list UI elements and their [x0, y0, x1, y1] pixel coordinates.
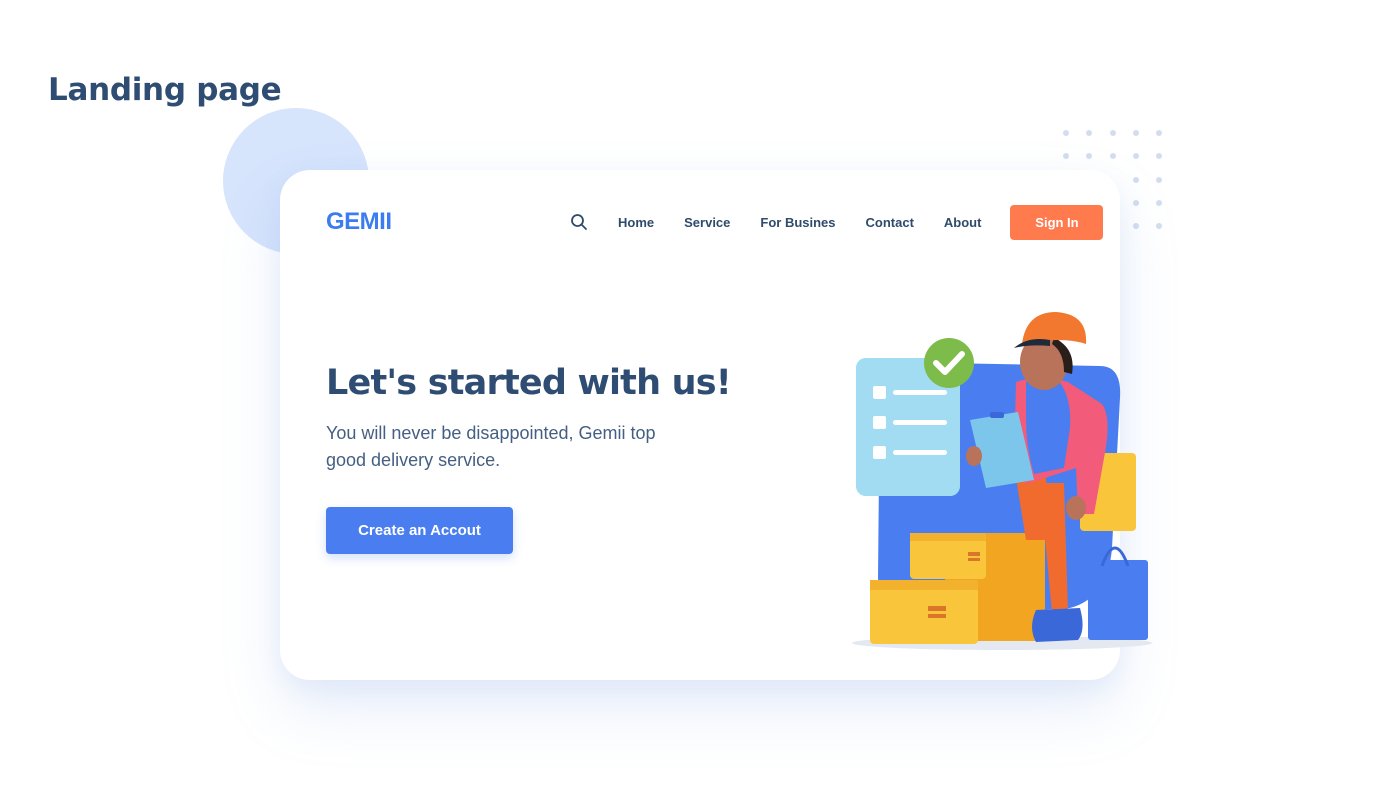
main-nav: Home Service For Busines Contact About S… — [570, 204, 1104, 240]
nav-link-about[interactable]: About — [944, 215, 982, 230]
create-account-button[interactable]: Create an Accout — [326, 507, 513, 554]
hero-subtitle: You will never be disappointed, Gemii to… — [326, 423, 656, 470]
check-icon — [924, 338, 974, 388]
nav-link-service[interactable]: Service — [684, 215, 730, 230]
logo[interactable]: GEMII — [326, 208, 392, 236]
delivery-illustration — [852, 312, 1152, 650]
hero-heading: Let's started with us! — [326, 363, 732, 403]
showcase-title: Landing page — [48, 72, 282, 108]
nav-link-contact[interactable]: Contact — [866, 215, 914, 230]
nav-link-for-business[interactable]: For Busines — [760, 215, 835, 230]
sign-in-button[interactable]: Sign In — [1010, 204, 1104, 240]
nav-link-home[interactable]: Home — [618, 215, 654, 230]
search-icon[interactable] — [570, 213, 588, 231]
